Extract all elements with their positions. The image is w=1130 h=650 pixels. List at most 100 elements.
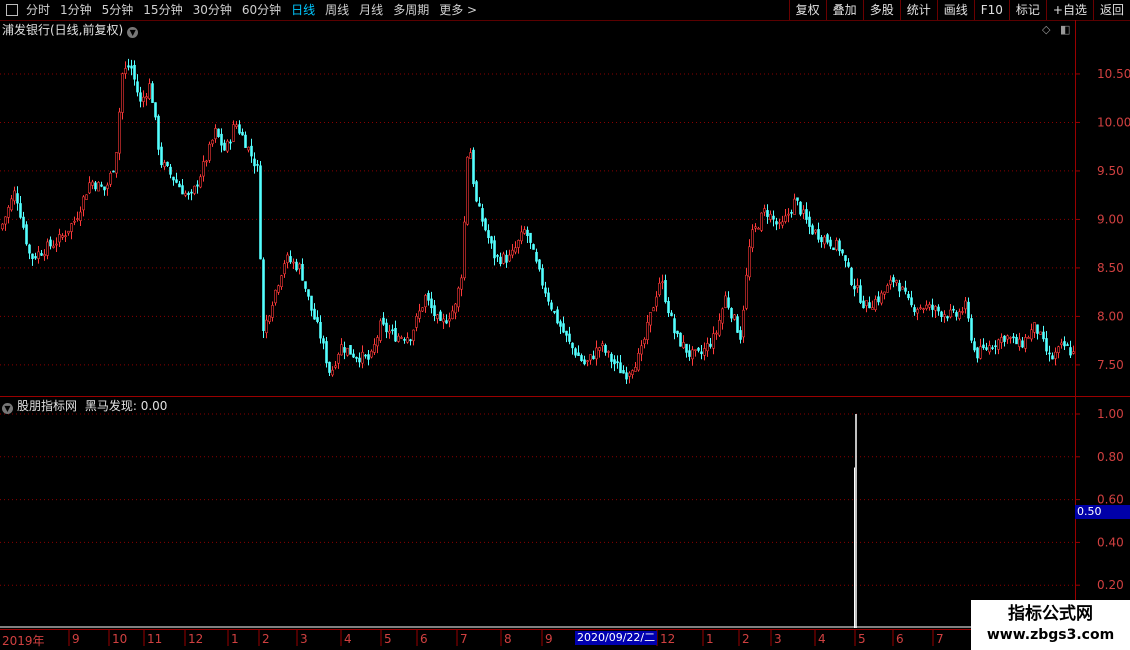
candle-body (805, 209, 808, 220)
candle-body (910, 297, 913, 306)
candle-body (451, 310, 454, 319)
candle-body (778, 222, 781, 224)
candle-body (493, 240, 496, 259)
candle-body (43, 254, 46, 257)
candle-body (55, 243, 58, 246)
candle-body (97, 182, 100, 192)
chevron-down-icon[interactable]: ▼ (2, 403, 13, 414)
candle-body (70, 223, 73, 232)
candle-body (610, 353, 613, 362)
candle-body (631, 370, 634, 375)
main-tick-label-5: 8.00 (1097, 309, 1124, 323)
candle-body (4, 216, 7, 225)
candle-body (517, 240, 520, 248)
candle-body (250, 145, 253, 157)
candle-body (367, 354, 370, 360)
candle-body (973, 341, 976, 351)
candle-body (1045, 338, 1048, 352)
candle-body (274, 289, 277, 304)
candle-body (856, 285, 859, 288)
candle-body (337, 354, 340, 364)
candle-body (1006, 335, 1009, 340)
candle-body (505, 254, 508, 263)
candle-body (1057, 346, 1060, 353)
date-label-5: 1 (231, 632, 239, 646)
candle-body (403, 339, 406, 341)
candle-body (328, 361, 331, 373)
candle-body (553, 310, 556, 313)
candle-body (589, 354, 592, 361)
candle-body (577, 352, 580, 356)
candle-body (667, 301, 670, 314)
candle-body (547, 292, 550, 302)
candle-body (160, 146, 163, 166)
candle-body (709, 343, 712, 347)
candle-body (325, 341, 328, 364)
candle-body (601, 343, 604, 347)
candle-body (490, 236, 493, 244)
candle-body (871, 307, 874, 310)
candle-body (562, 323, 565, 333)
indicator-name: 股朋指标网 (17, 399, 78, 413)
candle-body (343, 347, 346, 353)
candle-body (514, 247, 517, 253)
date-label-16: 2 (742, 632, 750, 646)
candle-body (985, 347, 988, 350)
candle-body (970, 318, 973, 341)
candle-body (46, 241, 49, 256)
candle-body (817, 229, 820, 240)
candle-body (784, 215, 787, 222)
candle-body (580, 355, 583, 361)
date-label-4: 12 (188, 632, 204, 646)
candle-body (982, 344, 985, 349)
date-label-12: 8 (504, 632, 512, 646)
candle-body (1048, 352, 1051, 355)
candle-body (253, 158, 256, 167)
candle-body (244, 134, 247, 148)
candle-body (652, 307, 655, 312)
date-label-10: 6 (420, 632, 428, 646)
candle-body (247, 146, 250, 151)
candle-body (886, 285, 889, 293)
main-tick-label-4: 8.50 (1097, 261, 1124, 275)
date-label-9: 5 (384, 632, 392, 646)
candle-body (604, 345, 607, 353)
candle-body (532, 244, 535, 250)
indicator-value: 0.00 (140, 399, 168, 413)
candle-body (19, 203, 22, 218)
candle-body (10, 198, 13, 211)
candle-body (49, 239, 52, 247)
candle-body (955, 312, 958, 317)
candle-body (121, 73, 124, 113)
candle-body (1027, 337, 1030, 339)
candle-body (241, 131, 244, 136)
candle-body (190, 191, 193, 194)
candle-body (13, 190, 16, 202)
candle-body (583, 359, 586, 365)
candle-body (745, 274, 748, 309)
main-tick-label-6: 7.50 (1097, 358, 1124, 372)
candle-body (883, 291, 886, 295)
candle-body (988, 345, 991, 353)
main-tick-label-2: 9.50 (1097, 164, 1124, 178)
candle-body (1015, 336, 1018, 345)
indicator-marker-value: 0.50 (1075, 505, 1130, 519)
candle-body (598, 347, 601, 351)
candle-body (205, 160, 208, 163)
main-tick-label-3: 9.00 (1097, 212, 1124, 226)
candle-body (421, 307, 424, 312)
candle-body (841, 249, 844, 254)
candle-body (304, 281, 307, 289)
candle-body (58, 234, 61, 243)
date-label-21: 7 (936, 632, 944, 646)
candle-body (937, 306, 940, 312)
candle-body (499, 256, 502, 265)
date-label-11: 7 (460, 632, 468, 646)
candle-body (1054, 351, 1057, 359)
candle-body (997, 339, 1000, 350)
candle-body (289, 256, 292, 263)
candle-body (925, 304, 928, 309)
candle-body (280, 275, 283, 288)
candle-body (991, 347, 994, 349)
candle-body (397, 335, 400, 342)
